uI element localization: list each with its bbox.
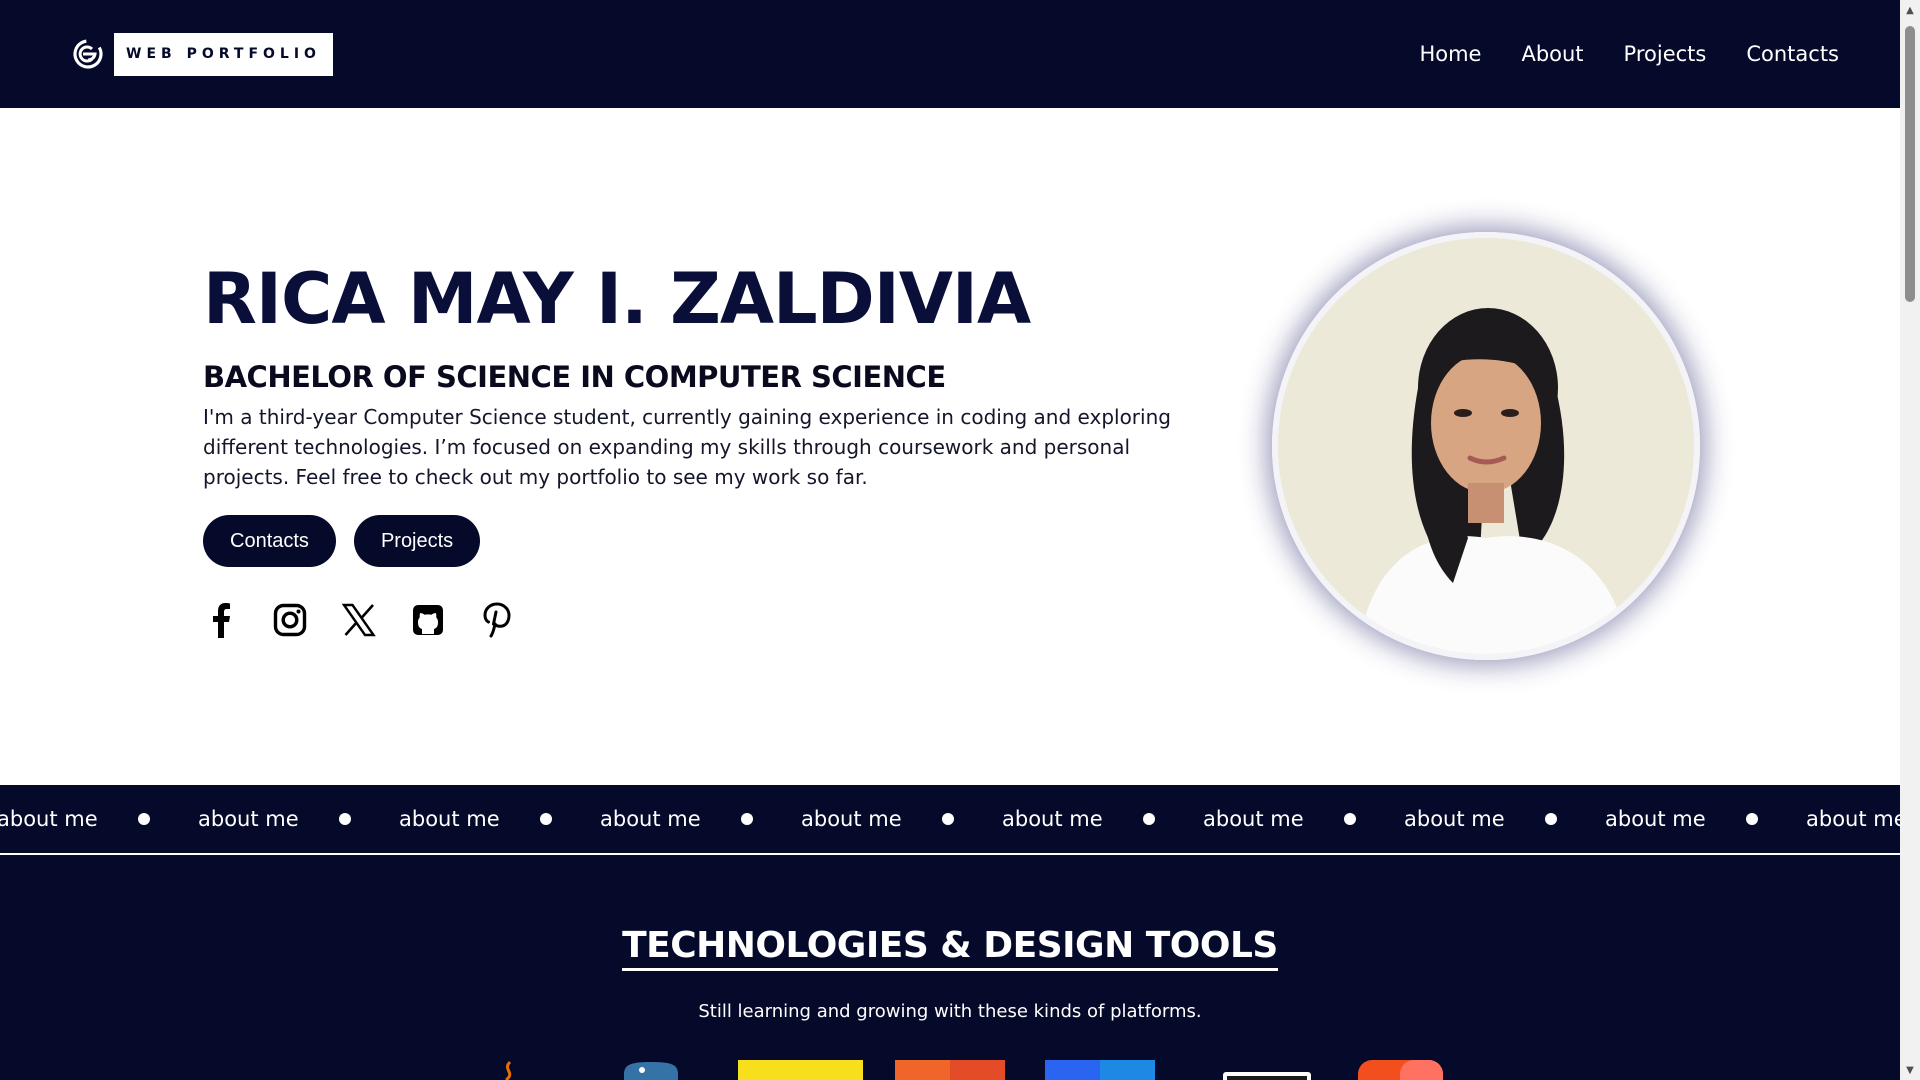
scroll-up-icon[interactable]: ▲ xyxy=(1900,0,1920,20)
marquee-item: about me xyxy=(1002,807,1203,831)
profile-photo-frame xyxy=(1272,232,1700,660)
brand[interactable]: WEB PORTFOLIO xyxy=(72,32,333,76)
github-icon[interactable] xyxy=(410,600,446,640)
technologies-section: TECHNOLOGIES & DESIGN TOOLS Still learni… xyxy=(0,855,1900,1080)
nav-home[interactable]: Home xyxy=(1419,42,1481,66)
facebook-icon[interactable] xyxy=(203,600,239,640)
nav-projects[interactable]: Projects xyxy=(1624,42,1707,66)
marquee-text: about me xyxy=(600,807,701,831)
scrollbar-thumb[interactable] xyxy=(1905,26,1915,302)
contacts-button[interactable]: Contacts xyxy=(203,515,336,567)
marquee-track: about me about me about me about me abou… xyxy=(0,785,1900,853)
top-navbar: WEB PORTFOLIO Home About Projects Contac… xyxy=(0,0,1900,108)
social-links xyxy=(203,600,515,640)
marquee-text: about me xyxy=(399,807,500,831)
pinterest-icon[interactable] xyxy=(479,600,515,640)
marquee-text: about me xyxy=(1203,807,1304,831)
vscode-icon xyxy=(1222,1060,1312,1080)
html5-icon xyxy=(895,1060,1005,1080)
marquee-item: about me xyxy=(801,807,1002,831)
bullet-dot-icon xyxy=(540,813,552,825)
nav-contacts[interactable]: Contacts xyxy=(1746,42,1839,66)
instagram-icon[interactable] xyxy=(272,600,308,640)
tech-subtitle: Still learning and growing with these ki… xyxy=(698,1001,1202,1022)
marquee-text: about me xyxy=(198,807,299,831)
marquee-text: about me xyxy=(1806,807,1900,831)
bullet-dot-icon xyxy=(1344,813,1356,825)
marquee-text: about me xyxy=(1404,807,1505,831)
marquee-text: about me xyxy=(1002,807,1103,831)
bullet-dot-icon xyxy=(138,813,150,825)
marquee-item: about me xyxy=(399,807,600,831)
hero-actions: Contacts Projects xyxy=(203,515,481,567)
scroll-down-icon[interactable]: ▼ xyxy=(1900,1060,1920,1080)
bullet-dot-icon xyxy=(1143,813,1155,825)
projects-button[interactable]: Projects xyxy=(353,515,481,567)
marquee-text: about me xyxy=(1605,807,1706,831)
marquee-item: about me xyxy=(1806,807,1900,831)
hero-bio: I'm a third-year Computer Science studen… xyxy=(203,405,1171,489)
marquee-item: about me xyxy=(600,807,801,831)
javascript-icon xyxy=(738,1060,863,1080)
marquee-text: about me xyxy=(801,807,902,831)
bullet-dot-icon xyxy=(741,813,753,825)
marquee-item: about me xyxy=(1203,807,1404,831)
profile-photo xyxy=(1272,232,1700,660)
css3-icon xyxy=(1045,1060,1155,1080)
bullet-dot-icon xyxy=(339,813,351,825)
bullet-dot-icon xyxy=(942,813,954,825)
marquee-item: about me xyxy=(1404,807,1605,831)
marquee-text: about me xyxy=(0,807,98,831)
nav-about[interactable]: About xyxy=(1521,42,1583,66)
g-logo-icon xyxy=(72,38,104,70)
main-nav: Home About Projects Contacts xyxy=(1419,42,1839,66)
bullet-dot-icon xyxy=(1746,813,1758,825)
hero-degree: BACHELOR OF SCIENCE IN COMPUTER SCIENCE xyxy=(203,360,946,394)
page-scrollbar[interactable]: ▲ ▼ xyxy=(1900,0,1920,1080)
python-icon xyxy=(620,1060,682,1080)
figma-icon xyxy=(1358,1060,1443,1080)
marquee-item: about me xyxy=(198,807,399,831)
java-icon xyxy=(498,1060,520,1080)
bullet-dot-icon xyxy=(1545,813,1557,825)
marquee-item: about me xyxy=(0,807,198,831)
hero-name: RICA MAY I. ZALDIVIA xyxy=(203,258,1031,340)
brand-title: WEB PORTFOLIO xyxy=(114,32,333,76)
x-icon[interactable] xyxy=(341,600,377,640)
about-me-marquee: about me about me about me about me abou… xyxy=(0,785,1900,855)
tech-title-wrap: TECHNOLOGIES & DESIGN TOOLS xyxy=(0,925,1900,971)
tech-title: TECHNOLOGIES & DESIGN TOOLS xyxy=(622,925,1278,971)
marquee-item: about me xyxy=(1605,807,1806,831)
tech-icons-row xyxy=(0,1060,1900,1080)
